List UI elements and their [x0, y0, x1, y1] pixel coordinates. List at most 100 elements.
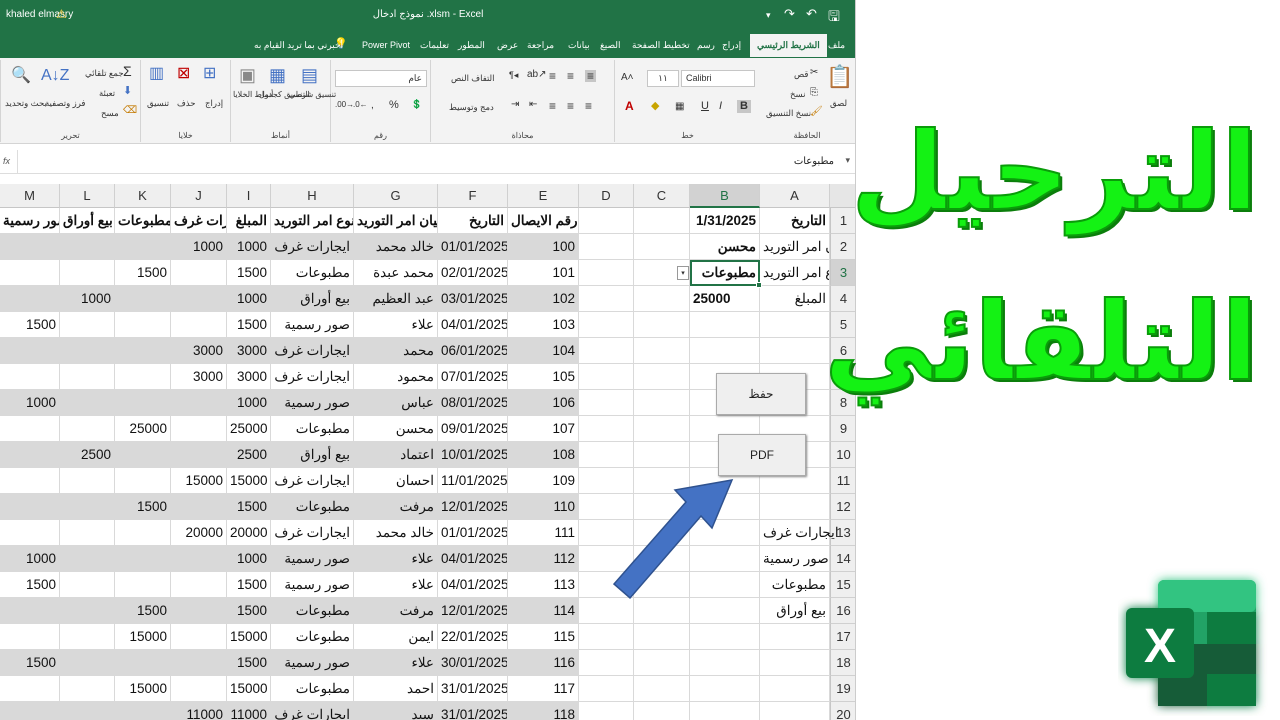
cell-L11[interactable]: [60, 468, 115, 494]
table-header[interactable]: صور رسمية: [0, 208, 60, 234]
cell-M20[interactable]: [0, 702, 60, 720]
font-color-icon[interactable]: A: [625, 100, 634, 112]
clear-icon[interactable]: ⌫: [123, 106, 137, 116]
cell-G11[interactable]: احسان: [354, 468, 438, 494]
align-middle-icon[interactable]: ≡: [585, 70, 597, 82]
cell-E4[interactable]: 102: [508, 286, 579, 312]
cell-C17[interactable]: [634, 624, 690, 650]
cell-F18[interactable]: 30/01/2025: [438, 650, 508, 676]
format-painter-icon[interactable]: 🖌: [810, 107, 823, 117]
cell-J18[interactable]: [171, 650, 227, 676]
cell-K12[interactable]: 1500: [115, 494, 171, 520]
cell-H3[interactable]: مطبوعات: [271, 260, 354, 286]
format-painter-label[interactable]: نسخ التنسيق: [766, 108, 811, 119]
cell-G12[interactable]: مرفت: [354, 494, 438, 520]
cell-G16[interactable]: مرفت: [354, 598, 438, 624]
cell-J20[interactable]: 11000: [171, 702, 227, 720]
copy-icon[interactable]: ⎘: [810, 88, 818, 98]
table-header[interactable]: بيان امر التوريد: [354, 208, 438, 234]
undo-icon[interactable]: ↶: [806, 6, 817, 22]
cell-J3[interactable]: [171, 260, 227, 286]
cell-E6[interactable]: 104: [508, 338, 579, 364]
cell-J9[interactable]: [171, 416, 227, 442]
accounting-format-icon[interactable]: 💲: [411, 100, 422, 109]
cell-I8[interactable]: 1000: [227, 390, 271, 416]
cell-L18[interactable]: [60, 650, 115, 676]
tell-me-search[interactable]: أخبرني بما تريد القيام به: [254, 40, 343, 51]
cell-D9[interactable]: [579, 416, 634, 442]
cell-H16[interactable]: مطبوعات: [271, 598, 354, 624]
cell-F2[interactable]: 01/01/2025: [438, 234, 508, 260]
cell-K7[interactable]: [115, 364, 171, 390]
cell-L17[interactable]: [60, 624, 115, 650]
cell-C2[interactable]: [634, 234, 690, 260]
column-header[interactable]: L: [60, 184, 115, 208]
cell-H9[interactable]: مطبوعات: [271, 416, 354, 442]
row-header[interactable]: 2: [830, 234, 855, 260]
cell-G14[interactable]: علاء: [354, 546, 438, 572]
sort-filter-button[interactable]: فرز وتصفية: [45, 98, 85, 109]
row-header[interactable]: 10: [830, 442, 855, 468]
row-header[interactable]: 17: [830, 624, 855, 650]
cell-G9[interactable]: محسن: [354, 416, 438, 442]
cell-H15[interactable]: صور رسمية: [271, 572, 354, 598]
table-header[interactable]: مطبوعات: [115, 208, 171, 234]
tab-power-pivot[interactable]: Power Pivot: [362, 40, 410, 50]
copy-label[interactable]: نسخ: [790, 89, 805, 100]
comma-style-icon[interactable]: ,: [371, 101, 374, 111]
row-header[interactable]: 16: [830, 598, 855, 624]
cell-J12[interactable]: [171, 494, 227, 520]
cell-K15[interactable]: [115, 572, 171, 598]
cell-G6[interactable]: محمد: [354, 338, 438, 364]
cell-D18[interactable]: [579, 650, 634, 676]
cell-E5[interactable]: 103: [508, 312, 579, 338]
column-header[interactable]: A: [760, 184, 830, 208]
cell-C1[interactable]: [634, 208, 690, 234]
cell-J7[interactable]: 3000: [171, 364, 227, 390]
row-header[interactable]: 11: [830, 468, 855, 494]
table-header[interactable]: نوع امر التوريد: [271, 208, 354, 234]
tab-insert[interactable]: إدراج: [722, 40, 741, 51]
cell-F14[interactable]: 04/01/2025: [438, 546, 508, 572]
selected-cell[interactable]: [690, 260, 762, 288]
cell-B19[interactable]: [690, 676, 760, 702]
column-header[interactable]: I: [227, 184, 271, 208]
row-header[interactable]: 9: [830, 416, 855, 442]
cell-C6[interactable]: [634, 338, 690, 364]
fill-button[interactable]: تعبئة: [99, 88, 115, 99]
cell-K11[interactable]: [115, 468, 171, 494]
tab-data[interactable]: بيانات: [568, 40, 590, 51]
cell-H11[interactable]: ايجارات غرف: [271, 468, 354, 494]
cell-L15[interactable]: [60, 572, 115, 598]
fill-handle[interactable]: [756, 282, 762, 288]
cell-J2[interactable]: 1000: [171, 234, 227, 260]
cell-I4[interactable]: 1000: [227, 286, 271, 312]
cell-K14[interactable]: [115, 546, 171, 572]
cell-M3[interactable]: [0, 260, 60, 286]
cell-J13[interactable]: 20000: [171, 520, 227, 546]
row-header[interactable]: 20: [830, 702, 855, 720]
cell-J11[interactable]: 15000: [171, 468, 227, 494]
cell-D7[interactable]: [579, 364, 634, 390]
cell-H20[interactable]: ايجارات غرف: [271, 702, 354, 720]
cell-M13[interactable]: [0, 520, 60, 546]
cell-I10[interactable]: 2500: [227, 442, 271, 468]
italic-button[interactable]: I: [719, 101, 722, 112]
worksheet-grid[interactable]: ABCDEFGHIJKLM1صور رسميةبيع أوراقمطبوعاتا…: [0, 184, 855, 720]
cell-I2[interactable]: 1000: [227, 234, 271, 260]
cell-I19[interactable]: 15000: [227, 676, 271, 702]
cell-E15[interactable]: 113: [508, 572, 579, 598]
align-bottom-icon[interactable]: ≡: [549, 70, 556, 82]
cell-E14[interactable]: 112: [508, 546, 579, 572]
paste-icon[interactable]: 📋: [826, 66, 853, 88]
cell-E17[interactable]: 115: [508, 624, 579, 650]
borders-icon[interactable]: ▦: [675, 102, 684, 112]
cell-M9[interactable]: [0, 416, 60, 442]
bold-button[interactable]: B: [737, 100, 751, 113]
cell-F11[interactable]: 11/01/2025: [438, 468, 508, 494]
cell-L10[interactable]: 2500: [60, 442, 115, 468]
increase-decimal-icon[interactable]: .0←: [353, 101, 368, 109]
cell-H19[interactable]: مطبوعات: [271, 676, 354, 702]
cell-I12[interactable]: 1500: [227, 494, 271, 520]
cell-H12[interactable]: مطبوعات: [271, 494, 354, 520]
